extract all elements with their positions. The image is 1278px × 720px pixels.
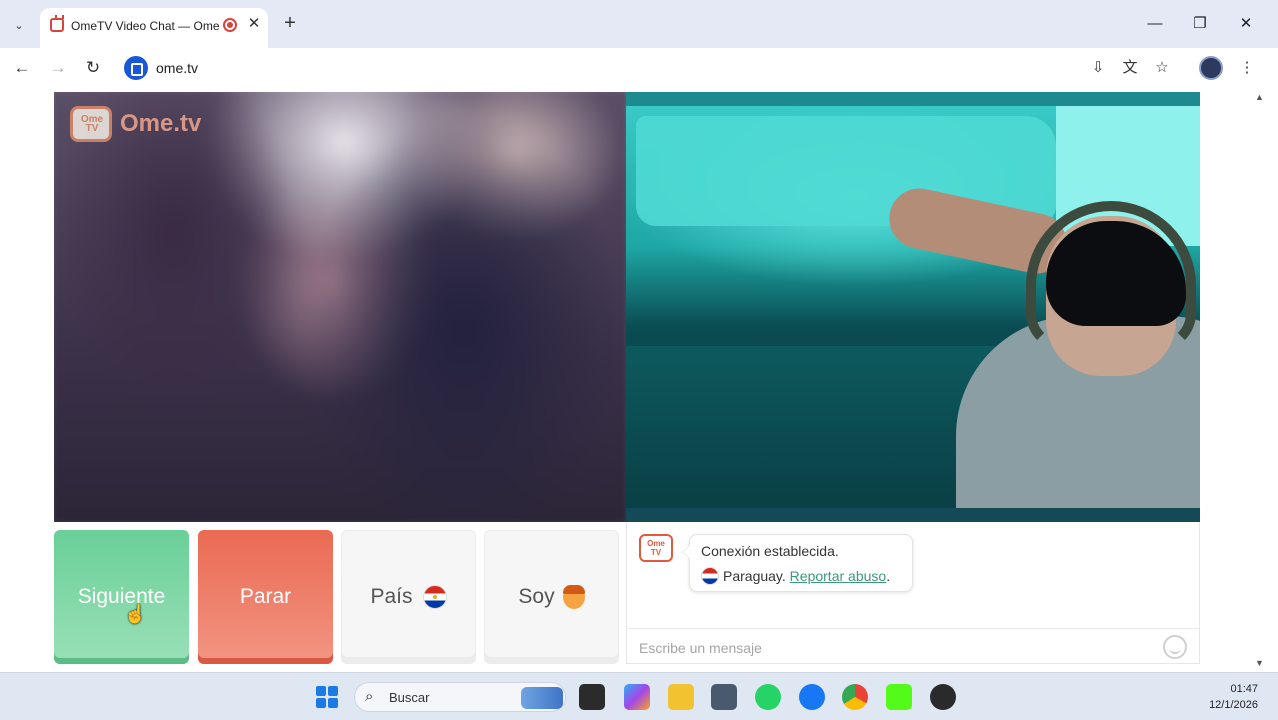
chrome-icon[interactable] <box>842 684 868 710</box>
clock-date: 12/1/2026 <box>1209 699 1258 711</box>
new-tab-button[interactable]: + <box>279 11 301 35</box>
local-video <box>626 92 1200 522</box>
report-abuse-link[interactable]: Reportar abuso <box>790 568 887 584</box>
obs-icon[interactable] <box>930 684 956 710</box>
restore-button[interactable]: ❐ <box>1186 12 1214 36</box>
camera-icon[interactable] <box>711 684 737 710</box>
file-explorer-icon[interactable] <box>668 684 694 710</box>
copilot-icon[interactable] <box>624 684 650 710</box>
windows-taskbar: ⌕ Buscar 01:47 12/1/2026 <box>0 672 1278 720</box>
minimize-button[interactable]: — <box>1141 12 1169 36</box>
clock-time: 01:47 <box>1230 683 1258 695</box>
task-view-icon[interactable] <box>579 684 605 710</box>
gender-button[interactable]: Soy <box>484 530 619 664</box>
install-app-icon[interactable]: ⇩ <box>1087 57 1109 79</box>
whatsapp-icon[interactable] <box>755 684 781 710</box>
ometv-chat-badge-icon: Ome TV <box>639 534 673 562</box>
system-clock[interactable]: 01:47 12/1/2026 <box>1188 681 1258 713</box>
stop-button[interactable]: Parar <box>198 530 333 664</box>
paraguay-flag-icon <box>701 567 719 585</box>
tab-close-icon[interactable]: ✕ <box>245 14 263 34</box>
translate-icon[interactable]: 文 <box>1119 57 1141 79</box>
next-button[interactable]: Siguiente <box>54 530 189 664</box>
active-tab[interactable]: OmeTV Video Chat — Ome ✕ <box>40 8 268 48</box>
site-info-icon[interactable] <box>124 56 148 80</box>
stop-label: Parar <box>239 585 292 608</box>
ometv-page: Ome TV Ome.tv Siguiente Parar País Soy ☝… <box>0 88 1278 672</box>
back-button[interactable]: ← <box>9 56 35 80</box>
partner-country: Paraguay. <box>723 568 786 584</box>
paraguay-flag-icon <box>422 585 447 609</box>
menu-kebab-icon[interactable]: ⋮ <box>1236 57 1258 79</box>
country-label: País <box>370 585 413 608</box>
kick-icon[interactable] <box>886 684 912 710</box>
message-placeholder: Escribe un mensaje <box>639 640 762 656</box>
search-highlight-image <box>521 687 563 709</box>
tab-strip: ⌄ OmeTV Video Chat — Ome ✕ + — ❐ ✕ <box>0 0 1278 48</box>
tab-search-chevron-icon[interactable]: ⌄ <box>8 14 30 36</box>
address-bar[interactable]: ome.tv <box>118 52 1198 84</box>
url-text: ome.tv <box>156 60 199 76</box>
remote-video-container <box>54 92 626 522</box>
message-input[interactable]: Escribe un mensaje <box>627 628 1199 664</box>
mouse-pointer-icon: ☝ <box>124 604 147 624</box>
emoji-smiley-icon[interactable] <box>1163 635 1187 659</box>
scroll-up-arrow-icon[interactable]: ▲ <box>1255 92 1264 102</box>
gender-label: Soy <box>518 585 555 608</box>
connection-status: Conexión establecida. <box>701 543 839 559</box>
facebook-icon[interactable] <box>799 684 825 710</box>
profile-avatar[interactable] <box>1199 56 1223 80</box>
country-button[interactable]: País <box>341 530 476 664</box>
tv-logo-icon: Ome TV <box>70 106 112 142</box>
chat-panel: Ome TV Conexión establecida. Paraguay. R… <box>626 522 1200 664</box>
close-window-button[interactable]: ✕ <box>1232 12 1260 36</box>
windows-start-icon[interactable] <box>316 686 338 708</box>
taskbar-search[interactable]: ⌕ Buscar <box>354 682 566 712</box>
forward-button[interactable]: → <box>45 56 71 80</box>
ometv-logo: Ome TV Ome.tv <box>70 100 210 144</box>
taskbar-search-label: Buscar <box>389 690 430 705</box>
next-label: Siguiente <box>77 585 166 608</box>
reload-button[interactable]: ↻ <box>80 56 106 80</box>
bookmark-star-icon[interactable]: ☆ <box>1151 57 1173 79</box>
ometv-favicon-icon <box>50 15 64 32</box>
boy-face-icon <box>562 585 585 609</box>
tab-title: OmeTV Video Chat — Ome <box>71 19 219 33</box>
scroll-down-arrow-icon[interactable]: ▼ <box>1255 658 1264 668</box>
system-message: Conexión establecida. Paraguay. Reportar… <box>682 534 913 592</box>
logo-text: Ome.tv <box>120 110 202 137</box>
browser-toolbar: ← → ↻ ome.tv ⇩ 文 ☆ ⋮ <box>0 48 1278 88</box>
local-camera-frame <box>626 106 1200 508</box>
partner-country-line: Paraguay. Reportar abuso. <box>701 567 890 585</box>
recording-icon <box>223 18 237 32</box>
search-icon: ⌕ <box>365 688 374 705</box>
remote-video <box>54 92 626 522</box>
